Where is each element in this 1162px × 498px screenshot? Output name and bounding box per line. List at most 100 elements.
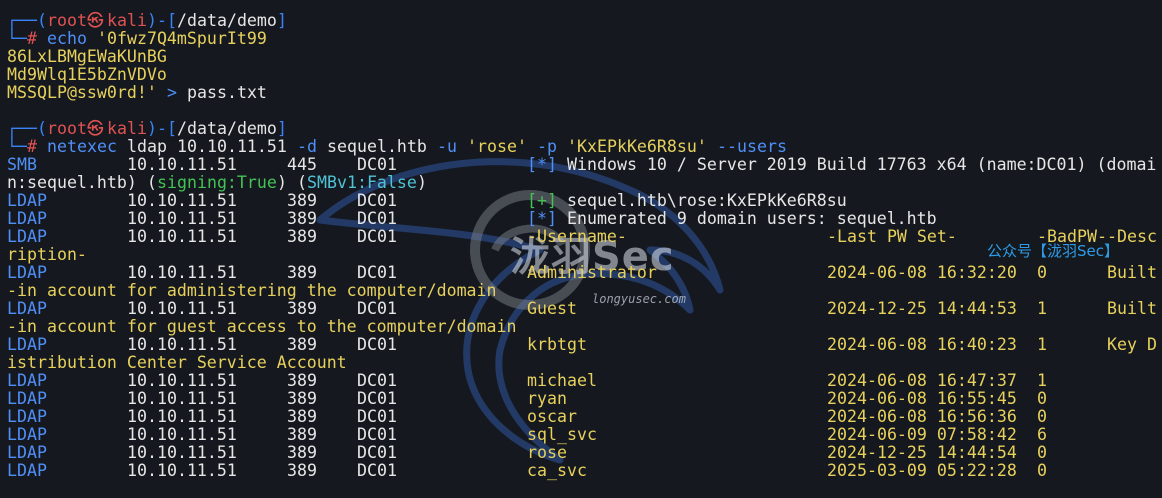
user-badpw: 0 — [1037, 407, 1047, 426]
command-name: echo — [47, 29, 87, 48]
user-description: Key D — [1107, 335, 1157, 354]
smbv1-status: SMBv1:False — [307, 173, 417, 192]
prompt-close: ] — [277, 11, 287, 30]
row-host: DC01 — [357, 209, 397, 228]
user-last-pw-set: 2024-06-08 16:56:36 — [827, 407, 1017, 426]
user-name: ryan — [527, 389, 567, 408]
row-message: Enumerated 9 domain users: sequel.htb — [567, 209, 937, 228]
header-last-pw-set: -Last PW Set- — [827, 227, 957, 246]
row-host: DC01 — [357, 461, 397, 480]
user-badpw: 0 — [1037, 263, 1047, 282]
prompt-hash-prefix: └─ — [7, 29, 27, 48]
user-description: Built — [1107, 263, 1157, 282]
row-port: 389 — [287, 371, 317, 390]
row-port: 389 — [287, 443, 317, 462]
row-proto: LDAP — [7, 209, 47, 228]
row-port: 389 — [287, 191, 317, 210]
continuation-text: MSSQLP@ssw0rd!' — [7, 83, 157, 102]
prompt-hash: # — [27, 137, 37, 156]
prompt-hash: # — [27, 29, 37, 48]
row-host: DC01 — [357, 191, 397, 210]
header-badpw: -BadPW- — [1037, 227, 1107, 246]
users-header-row: LDAP 10.10.11.51 389 DC01 -Username- -La… — [7, 227, 1157, 246]
smb-row: SMB 10.10.11.51 445 DC01 [*] Windows 10 … — [7, 156, 1156, 174]
user-badpw: 6 — [1037, 425, 1047, 444]
row-proto: LDAP — [7, 371, 47, 390]
prompt-close: ] — [277, 119, 287, 138]
row-proto: LDAP — [7, 299, 47, 318]
row-proto: LDAP — [7, 425, 47, 444]
terminal-window[interactable]: 泷羽Sec longyusec.com 公众号【泷羽Sec】 ┌──( root… — [0, 0, 1162, 498]
row-ip: 10.10.11.51 — [127, 191, 237, 210]
row-host: DC01 — [357, 389, 397, 408]
flag-users: --users — [717, 137, 787, 156]
row-port: 389 — [287, 461, 317, 480]
header-description: -Desc — [1107, 227, 1157, 246]
user-last-pw-set: 2024-06-08 16:32:20 — [827, 263, 1017, 282]
users-header-wrap: ription- — [7, 246, 87, 264]
prompt-hash-prefix: └─ — [7, 137, 27, 156]
command-line: └─ # echo '0fwz7Q4mSpurIt99 — [7, 29, 267, 48]
row-ip: 10.10.11.51 — [127, 227, 237, 246]
row-host: DC01 — [357, 227, 397, 246]
flag-p: -p — [537, 137, 557, 156]
row-host: DC01 — [357, 443, 397, 462]
wrap-text: ) ( — [277, 173, 307, 192]
row-host: DC01 — [357, 371, 397, 390]
user-row-wrap: istribution Center Service Account — [7, 354, 347, 372]
user-badpw: 0 — [1037, 461, 1047, 480]
row-proto: LDAP — [7, 263, 47, 282]
prompt-mid: )-[ — [147, 119, 177, 138]
row-port: 389 — [287, 389, 317, 408]
user-last-pw-set: 2024-06-08 16:40:23 — [827, 335, 1017, 354]
command-line: └─ # netexec ldap 10.10.11.51 -d sequel.… — [7, 137, 787, 156]
row-ip: 10.10.11.51 — [127, 389, 237, 408]
row-ip: 10.10.11.51 — [127, 407, 237, 426]
command-proto: ldap — [127, 137, 167, 156]
user-table: LDAP 10.10.11.51 389 DC01 Administrator 2024-… — [7, 263, 1157, 480]
row-host: DC01 — [357, 407, 397, 426]
wrap-text: ) — [417, 173, 427, 192]
row-port: 445 — [287, 155, 317, 174]
header-username: -Username- — [527, 227, 627, 246]
row-tag: [*] — [527, 209, 557, 228]
user-name: Administrator — [527, 263, 657, 282]
prompt-user: root — [47, 11, 87, 30]
user-badpw: 0 — [1037, 443, 1047, 462]
row-tag: [*] — [527, 155, 557, 174]
user-row: LDAP 10.10.11.51 389 DC01 ryan 2024-06-08 16:… — [7, 390, 1047, 408]
prompt-host: kali — [107, 11, 147, 30]
row-proto: LDAP — [7, 227, 47, 246]
continuation-text: Md9Wlq1E5bZnVDVo — [7, 65, 167, 84]
user-last-pw-set: 2025-03-09 05:22:28 — [827, 461, 1017, 480]
user-badpw: 1 — [1037, 371, 1047, 390]
user-row: LDAP 10.10.11.51 389 DC01 Guest 2024-12-25 14… — [7, 299, 1157, 318]
prompt-open: ┌──( — [7, 11, 47, 30]
user-name: michael — [527, 371, 597, 390]
command-arg: '0fwz7Q4mSpurIt99 — [97, 29, 267, 48]
redirect-operator: > — [167, 83, 177, 102]
prompt-mid: )-[ — [147, 11, 177, 30]
command-ip: 10.10.11.51 — [177, 137, 287, 156]
flag-u: -u — [437, 137, 457, 156]
row-ip: 10.10.11.51 — [127, 299, 237, 318]
user-row: LDAP 10.10.11.51 389 DC01 oscar 2024-06-08 16… — [7, 408, 1047, 426]
user-last-pw-set: 2024-06-08 16:55:45 — [827, 389, 1017, 408]
row-proto: LDAP — [7, 443, 47, 462]
row-proto: LDAP — [7, 461, 47, 480]
row-ip: 10.10.11.51 — [127, 461, 237, 480]
row-port: 389 — [287, 425, 317, 444]
row-port: 389 — [287, 407, 317, 426]
wrap-text: ription- — [7, 245, 87, 264]
signing-status: signing:True — [157, 173, 277, 192]
prompt-host: kali — [107, 119, 147, 138]
flag-d: -d — [297, 137, 317, 156]
user-value: 'rose' — [467, 137, 527, 156]
user-row-wrap: -in account for guest access to the comp… — [7, 318, 517, 336]
row-port: 389 — [287, 263, 317, 282]
user-badpw: 0 — [1037, 389, 1047, 408]
prompt-line: ┌──( root ㉿ kali )-[ /data/demo ] — [7, 11, 287, 30]
row-ip: 10.10.11.51 — [127, 263, 237, 282]
row-port: 389 — [287, 227, 317, 246]
